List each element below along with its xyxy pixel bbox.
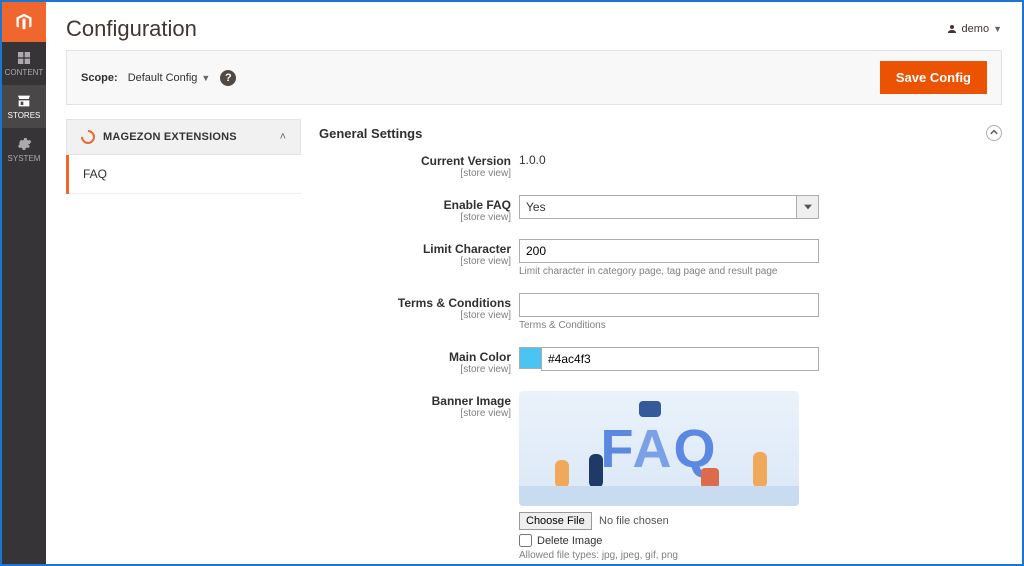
field-label: Banner Image xyxy=(432,394,511,408)
rail-item-label: SYSTEM xyxy=(8,154,41,163)
section-title: General Settings xyxy=(319,126,422,141)
field-label: Limit Character xyxy=(423,242,511,256)
user-icon xyxy=(946,23,958,35)
stores-icon xyxy=(16,93,32,109)
scope-selector[interactable]: Default Config ▼ xyxy=(128,72,211,84)
content: MAGEZON EXTENSIONS ˄ FAQ General Setting… xyxy=(46,119,1022,564)
help-icon[interactable]: ? xyxy=(220,70,236,86)
color-swatch[interactable] xyxy=(519,347,541,369)
main-color-input[interactable] xyxy=(541,347,819,371)
field-limit-character: Limit Character [store view] Limit chara… xyxy=(319,239,996,277)
page-header: Configuration demo ▼ xyxy=(46,2,1022,50)
banner-preview[interactable]: FAQ xyxy=(519,391,799,506)
config-sidebar: MAGEZON EXTENSIONS ˄ FAQ xyxy=(66,119,301,544)
current-version-value: 1.0.0 xyxy=(519,151,546,167)
settings-form: Current Version [store view] 1.0.0 Enabl… xyxy=(319,151,1002,564)
field-current-version: Current Version [store view] 1.0.0 xyxy=(319,151,996,179)
chevron-down-icon xyxy=(796,196,818,218)
field-terms: Terms & Conditions [store view] Terms & … xyxy=(319,293,996,331)
field-label: Enable FAQ xyxy=(444,198,511,212)
rail-item-system[interactable]: SYSTEM xyxy=(2,128,46,171)
sidebar-item-label: FAQ xyxy=(83,167,107,181)
field-label: Main Color xyxy=(449,350,511,364)
magezon-icon xyxy=(78,127,98,147)
banner-delete-checkbox[interactable] xyxy=(519,534,532,547)
scope-value: Default Config xyxy=(128,72,198,84)
banner-file-status: No file chosen xyxy=(599,515,669,527)
banner-choose-file-button[interactable]: Choose File xyxy=(519,512,592,530)
rail-item-label: CONTENT xyxy=(5,68,44,77)
banner-allowed-note: Allowed file types: jpg, jpeg, gif, png xyxy=(519,550,996,561)
sidebar-section-body: FAQ xyxy=(66,155,301,194)
rail-item-content[interactable]: CONTENT xyxy=(2,42,46,85)
admin-rail: CONTENT STORES SYSTEM xyxy=(2,2,46,564)
faq-illustration: FAQ xyxy=(600,418,717,480)
field-scope: [store view] xyxy=(319,168,511,179)
field-note: Terms & Conditions xyxy=(519,320,819,331)
field-scope: [store view] xyxy=(319,256,511,267)
scope-label: Scope: xyxy=(81,72,118,84)
banner-delete-label: Delete Image xyxy=(537,535,602,547)
field-label: Current Version xyxy=(421,154,511,168)
sidebar-item-faq[interactable]: FAQ xyxy=(69,155,301,194)
main-area: Configuration demo ▼ Scope: Default Conf… xyxy=(46,2,1022,564)
magento-logo[interactable] xyxy=(2,2,46,42)
field-scope: [store view] xyxy=(319,212,511,223)
gear-icon xyxy=(16,136,32,152)
field-banner-image: Banner Image [store view] FAQ xyxy=(319,391,996,561)
content-icon xyxy=(16,50,32,66)
field-scope: [store view] xyxy=(319,364,511,375)
rail-item-stores[interactable]: STORES xyxy=(2,85,46,128)
user-menu[interactable]: demo ▼ xyxy=(946,23,1002,35)
enable-faq-select[interactable]: Yes xyxy=(519,195,819,219)
user-name: demo xyxy=(962,23,990,35)
field-enable-faq: Enable FAQ [store view] Yes xyxy=(319,195,996,223)
select-value: Yes xyxy=(520,196,796,218)
field-note: Limit character in category page, tag pa… xyxy=(519,266,819,277)
chevron-down-icon: ▼ xyxy=(993,24,1002,34)
field-scope: [store view] xyxy=(319,310,511,321)
section-collapse-toggle[interactable] xyxy=(986,125,1002,141)
field-label: Terms & Conditions xyxy=(398,296,511,310)
field-main-color: Main Color [store view] xyxy=(319,347,996,375)
chevron-up-icon: ˄ xyxy=(280,131,286,143)
chevron-down-icon: ▼ xyxy=(201,73,210,83)
settings-panel: General Settings Current Version [store … xyxy=(319,119,1002,544)
scope-toolbar: Scope: Default Config ▼ ? Save Config xyxy=(66,50,1002,105)
terms-input[interactable] xyxy=(519,293,819,317)
limit-character-input[interactable] xyxy=(519,239,819,263)
field-scope: [store view] xyxy=(319,408,511,419)
sidebar-section-title: MAGEZON EXTENSIONS xyxy=(103,131,237,143)
page-title: Configuration xyxy=(66,16,197,42)
sidebar-section-header[interactable]: MAGEZON EXTENSIONS ˄ xyxy=(66,119,301,155)
rail-item-label: STORES xyxy=(8,111,41,120)
save-config-button[interactable]: Save Config xyxy=(880,61,987,94)
